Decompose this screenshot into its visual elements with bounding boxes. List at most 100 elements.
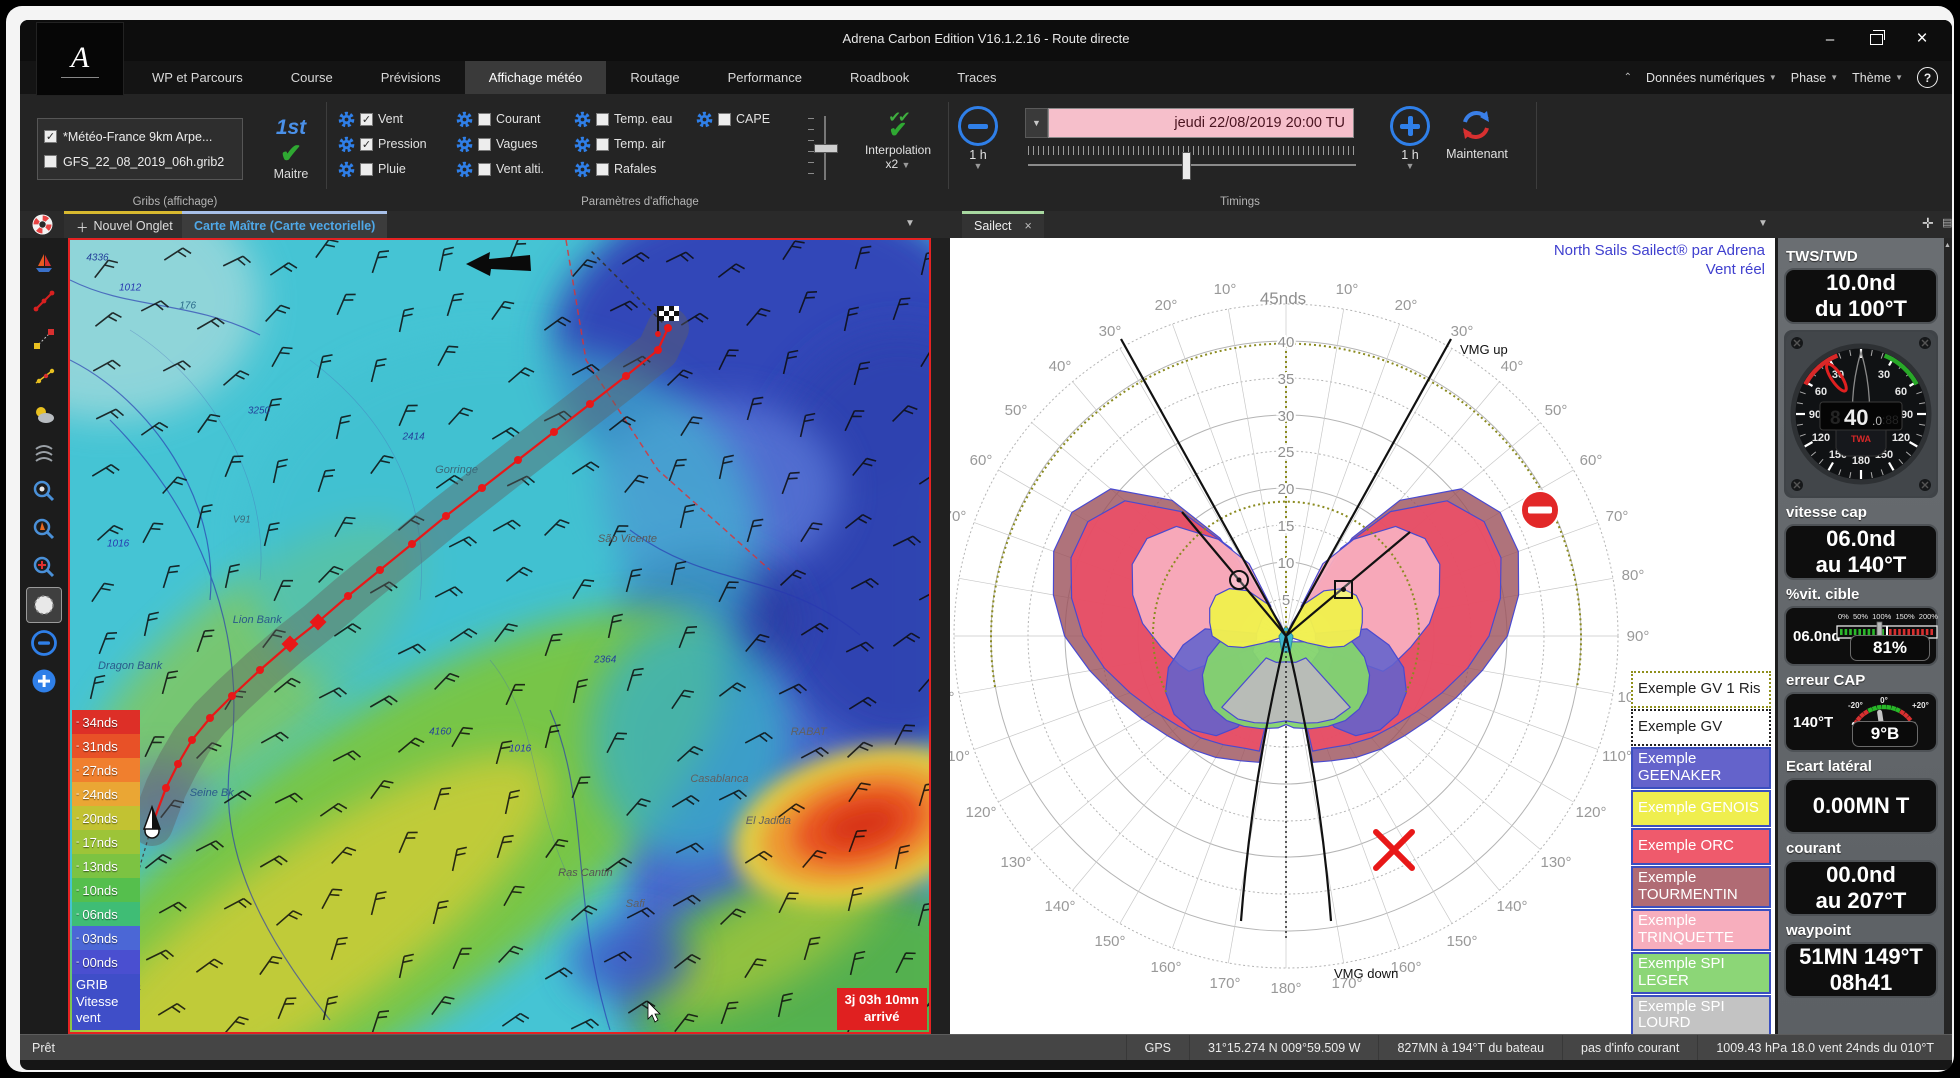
sailboat-icon[interactable]: [27, 246, 61, 280]
menu-theme[interactable]: Thème ▼: [1852, 71, 1903, 85]
interpolation-toggle[interactable]: ✔✔ ✔ Interpolation x2 ▼: [855, 108, 941, 171]
twa-compass-gauge[interactable]: 30 30 60 60 90 90 120 120 150 150 180 8 40.0:88 TWA: [1784, 330, 1938, 498]
checkbox[interactable]: ✓: [44, 130, 57, 143]
checkbox[interactable]: [360, 162, 373, 176]
menu-tab-1[interactable]: Course: [267, 61, 357, 94]
param-toggle-cape[interactable]: CAPE: [696, 110, 796, 128]
maintenant-label[interactable]: Maintenant: [1432, 147, 1522, 161]
polar-tab-sailect[interactable]: Sailect ×: [962, 211, 1044, 238]
param-toggle-vagues[interactable]: Vagues: [456, 135, 574, 153]
title-bar[interactable]: Adrena Carbon Edition V16.1.2.16 - Route…: [20, 20, 1952, 61]
move-cross-icon[interactable]: ✛: [1922, 215, 1934, 232]
param-toggle-courant[interactable]: Courant: [456, 110, 574, 128]
help-button[interactable]: ?: [1917, 67, 1938, 88]
waypoint-value[interactable]: 51MN 149°T 08h41: [1784, 942, 1938, 998]
checkbox[interactable]: [718, 112, 731, 126]
zoom-select-icon[interactable]: [27, 550, 61, 584]
grib-item[interactable]: GFS_22_08_2019_06h.grib2: [44, 149, 236, 174]
menu-tab-5[interactable]: Performance: [704, 61, 826, 94]
menu-tab-3[interactable]: Affichage météo: [464, 61, 607, 94]
minimize-button[interactable]: –: [1810, 26, 1850, 52]
app-window: Adrena Carbon Edition V16.1.2.16 - Route…: [20, 20, 1952, 1070]
checkbox[interactable]: [44, 155, 57, 168]
erreur-cap-gauge[interactable]: 140°T -20° 0° +20° 9°B: [1784, 692, 1938, 752]
scroll-up-icon[interactable]: ▲: [1944, 242, 1951, 249]
time-slider-track[interactable]: [1028, 164, 1356, 166]
legend-item-7[interactable]: Exemple SPI LEGER: [1631, 951, 1771, 994]
map-tab-dropdown-icon[interactable]: ▼: [905, 218, 915, 229]
checkbox[interactable]: ✓: [360, 137, 373, 151]
param-toggle-rafales[interactable]: Rafales: [574, 160, 696, 178]
menu-phase[interactable]: Phase ▼: [1791, 71, 1838, 85]
route-points-icon[interactable]: [27, 284, 61, 318]
zoom-boat-icon[interactable]: [27, 512, 61, 546]
grib-list[interactable]: ✓ *Météo-France 9km Arpe... GFS_22_08_2019…: [37, 118, 243, 180]
display-opacity-slider[interactable]: [808, 116, 842, 180]
map-tab-carte-maitre[interactable]: Carte Maître (Carte vectorielle): [182, 211, 388, 238]
date-dropdown-button[interactable]: ▼: [1025, 108, 1048, 138]
svg-text:0°: 0°: [1880, 696, 1888, 705]
checkbox[interactable]: [478, 162, 491, 176]
restore-button[interactable]: [1856, 26, 1896, 52]
weather-map[interactable]: 4336 1012 176 3250 2414 Gorringe São Vicente 10…: [68, 238, 931, 1034]
ribbon: ✓ *Météo-France 9km Arpe... GFS_22_08_2019…: [20, 94, 1952, 211]
time-slider-handle[interactable]: [1182, 152, 1191, 180]
param-toggle-vent-alti-[interactable]: Vent alti.: [456, 160, 574, 178]
param-toggle-temp-eau[interactable]: Temp. eau: [574, 110, 696, 128]
menu-bar: WP et Parcours Course Prévisions Affichage …: [20, 61, 1952, 94]
map-tab-nouvel-onglet[interactable]: ＋ Nouvel Onglet: [64, 211, 185, 238]
param-toggle-vent[interactable]: ✓ Vent: [338, 110, 456, 128]
menu-tab-0[interactable]: WP et Parcours: [128, 61, 267, 94]
menu-tab-6[interactable]: Roadbook: [826, 61, 933, 94]
checkbox[interactable]: [478, 137, 491, 151]
checkbox[interactable]: [596, 112, 609, 126]
lifebuoy-icon[interactable]: [31, 213, 54, 241]
legend-item-2[interactable]: Exemple GEENAKER: [1631, 747, 1771, 789]
slider-handle[interactable]: [814, 144, 838, 153]
checkbox[interactable]: [596, 162, 609, 176]
time-step-forward-button[interactable]: [1390, 106, 1430, 146]
grib-item[interactable]: ✓ *Météo-France 9km Arpe...: [44, 124, 236, 149]
checkbox[interactable]: ✓: [360, 112, 373, 126]
checkbox[interactable]: [596, 137, 609, 151]
legend-item-8[interactable]: Exemple SPI LOURD: [1631, 994, 1771, 1034]
vit-cible-gauge[interactable]: 06.0nd 0% 50% 100% 150% 200% 81%: [1784, 606, 1938, 666]
refresh-now-icon[interactable]: [1458, 107, 1494, 143]
squall-icon[interactable]: [27, 436, 61, 470]
route-flags-icon[interactable]: [27, 322, 61, 356]
zoom-area-icon[interactable]: [27, 474, 61, 508]
collapse-ribbon-icon[interactable]: ⌃: [1624, 72, 1632, 83]
weather-icon[interactable]: [27, 398, 61, 432]
param-toggle-temp-air[interactable]: Temp. air: [574, 135, 696, 153]
menu-tab-7[interactable]: Traces: [933, 61, 1020, 94]
date-field[interactable]: jeudi 22/08/2019 20:00 TU: [1048, 108, 1354, 138]
ecart-lateral-value[interactable]: 0.00MN T: [1784, 778, 1938, 834]
courant-value[interactable]: 00.0nd au 207°T: [1784, 860, 1938, 916]
route-marks-icon[interactable]: [27, 360, 61, 394]
panel-list-icon[interactable]: ▤: [1942, 216, 1952, 229]
legend-item-6[interactable]: Exemple TRINQUETTE: [1631, 908, 1771, 951]
legend-item-3[interactable]: Exemple GENOIS: [1631, 789, 1771, 827]
vitesse-cap-value[interactable]: 06.0nd au 140°T: [1784, 524, 1938, 580]
menu-donnees-numeriques[interactable]: Données numériques ▼: [1646, 71, 1777, 85]
time-step-back-button[interactable]: [958, 106, 998, 146]
close-icon[interactable]: ×: [1025, 219, 1032, 233]
polar-tab-dropdown-icon[interactable]: ▼: [1758, 218, 1768, 229]
tws-twd-value[interactable]: 10.0nd du 100°T: [1784, 268, 1938, 324]
polar-panel[interactable]: 45nds 40 35 30 25 20 15 10 5 10° 10° 20° 20° 30° 30° 40…: [950, 238, 1775, 1034]
zoom-free-icon[interactable]: [26, 587, 62, 623]
zoom-in-button[interactable]: [27, 664, 61, 698]
close-button[interactable]: ×: [1902, 26, 1942, 52]
legend-item-5[interactable]: Exemple TOURMENTIN: [1631, 865, 1771, 908]
param-toggle-pluie[interactable]: Pluie: [338, 160, 456, 178]
checkbox[interactable]: [478, 112, 491, 126]
legend-item-1[interactable]: Exemple GV: [1631, 709, 1771, 746]
param-toggle-pression[interactable]: ✓ Pression: [338, 135, 456, 153]
zoom-out-button[interactable]: [27, 626, 61, 660]
menu-tab-2[interactable]: Prévisions: [357, 61, 465, 94]
menu-tab-4[interactable]: Routage: [606, 61, 703, 94]
gear-icon: [456, 136, 473, 152]
legend-item-0[interactable]: Exemple GV 1 Ris: [1631, 671, 1771, 708]
divider: [948, 102, 949, 189]
legend-item-4[interactable]: Exemple ORC: [1631, 827, 1771, 865]
